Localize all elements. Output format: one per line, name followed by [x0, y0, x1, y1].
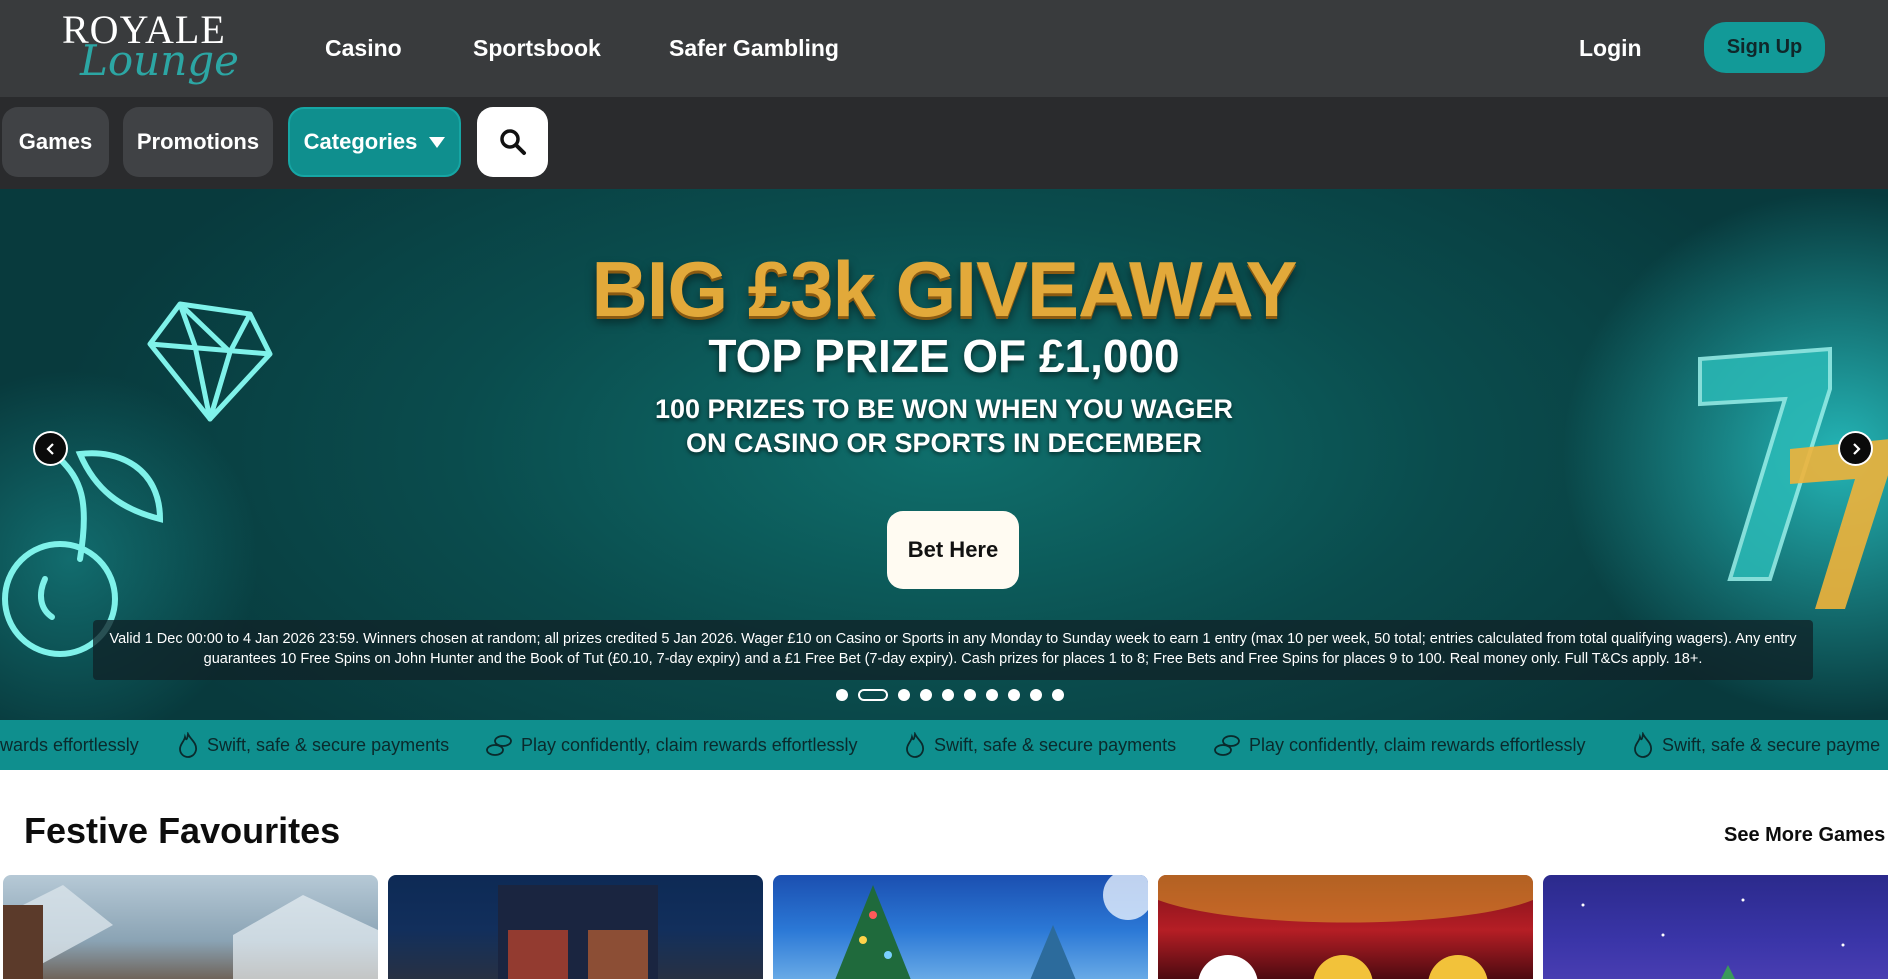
- ticker-text: wards effortlessly: [0, 734, 139, 755]
- bet-here-button[interactable]: Bet Here: [887, 511, 1019, 589]
- hero-title: BIG £3k GIVEAWAY: [591, 245, 1297, 333]
- carousel-dot[interactable]: [836, 689, 848, 701]
- promo-terms-text: Valid 1 Dec 00:00 to 4 Jan 2026 23:59. W…: [93, 620, 1813, 680]
- hero-banner-carousel[interactable]: BIG £3k GIVEAWAY TOP PRIZE OF £1,000 100…: [0, 189, 1888, 720]
- ticker-text: Play confidently, claim rewards effortle…: [521, 734, 858, 755]
- category-bar: Games Promotions Categories: [0, 97, 1888, 189]
- categories-dropdown[interactable]: Categories: [288, 107, 461, 177]
- game-card[interactable]: [773, 875, 1148, 979]
- game-card[interactable]: [3, 875, 378, 979]
- ticker-item: Play confidently, claim rewards effortle…: [485, 720, 857, 770]
- carousel-dot[interactable]: [942, 689, 954, 701]
- signup-button[interactable]: Sign Up: [1704, 22, 1825, 73]
- carousel-pagination: [836, 689, 1064, 701]
- games-tab[interactable]: Games: [2, 107, 109, 177]
- nav-link-sportsbook[interactable]: Sportsbook: [473, 0, 601, 97]
- see-more-games-link[interactable]: See More Games: [1724, 824, 1885, 847]
- nav-link-casino[interactable]: Casino: [325, 0, 402, 97]
- game-thumbnail-starry: [1581, 898, 1845, 979]
- ticker-item: Swift, safe & secure payments: [904, 720, 1176, 770]
- logo-text-lounge: Lounge: [80, 36, 240, 85]
- login-button[interactable]: Login: [1579, 0, 1642, 97]
- royale-lounge-logo[interactable]: ROYALE Lounge: [62, 6, 239, 88]
- top-navigation-bar: ROYALE Lounge Casino Sportsbook Safer Ga…: [0, 0, 1888, 97]
- carousel-prev-button[interactable]: [33, 431, 68, 466]
- search-button[interactable]: [477, 107, 548, 177]
- ticker-item: Swift, safe & secure payme: [1632, 720, 1880, 770]
- game-thumbnail-theatre: [1158, 875, 1533, 979]
- game-card[interactable]: [1543, 875, 1888, 979]
- carousel-dot[interactable]: [920, 689, 932, 701]
- chevron-right-icon: [1840, 433, 1871, 464]
- ticker-text: Swift, safe & secure payments: [934, 734, 1177, 755]
- caret-down-icon: [429, 136, 446, 148]
- carousel-dot[interactable]: [1030, 689, 1042, 701]
- benefits-ticker: wards effortlessly Swift, safe & secure …: [0, 720, 1888, 770]
- ticker-item: Play confidently, claim rewards effortle…: [1213, 720, 1585, 770]
- search-icon: [499, 129, 526, 155]
- flame-icon: [179, 732, 197, 758]
- ticker-text: Swift, safe & secure payme: [1662, 734, 1881, 755]
- carousel-dot[interactable]: [964, 689, 976, 701]
- ticker-text: Play confidently, claim rewards effortle…: [1249, 734, 1586, 755]
- game-thumbnail-night-shop: [498, 885, 658, 979]
- ticker-text: Swift, safe & secure payments: [207, 734, 450, 755]
- section-title: Festive Favourites: [24, 810, 341, 851]
- coins-icon: [486, 735, 512, 756]
- game-thumbnail-snow-cabin: [3, 885, 378, 979]
- coins-icon: [1214, 735, 1240, 756]
- hero-subtitle: TOP PRIZE OF £1,000: [708, 330, 1180, 382]
- carousel-next-button[interactable]: [1838, 431, 1873, 466]
- promotions-tab[interactable]: Promotions: [123, 107, 273, 177]
- nav-link-safer-gambling[interactable]: Safer Gambling: [669, 0, 839, 97]
- categories-label: Categories: [303, 129, 418, 154]
- carousel-dot-active[interactable]: [858, 689, 888, 701]
- flame-icon: [906, 732, 924, 758]
- chevron-left-icon: [35, 433, 66, 464]
- game-thumbnail-christmas-tree: [835, 875, 1148, 979]
- flame-icon: [1634, 732, 1652, 758]
- game-card[interactable]: [388, 875, 763, 979]
- carousel-dot[interactable]: [898, 689, 910, 701]
- game-card[interactable]: [1158, 875, 1533, 979]
- ticker-item: wards effortlessly: [0, 720, 139, 770]
- hero-description-line-2: ON CASINO OR SPORTS IN DECEMBER: [685, 428, 1203, 458]
- ticker-item: Swift, safe & secure payments: [177, 720, 449, 770]
- hero-description-line-1: 100 PRIZES TO BE WON WHEN YOU WAGER: [654, 394, 1234, 424]
- carousel-dot[interactable]: [1052, 689, 1064, 701]
- carousel-dot[interactable]: [986, 689, 998, 701]
- carousel-dot[interactable]: [1008, 689, 1020, 701]
